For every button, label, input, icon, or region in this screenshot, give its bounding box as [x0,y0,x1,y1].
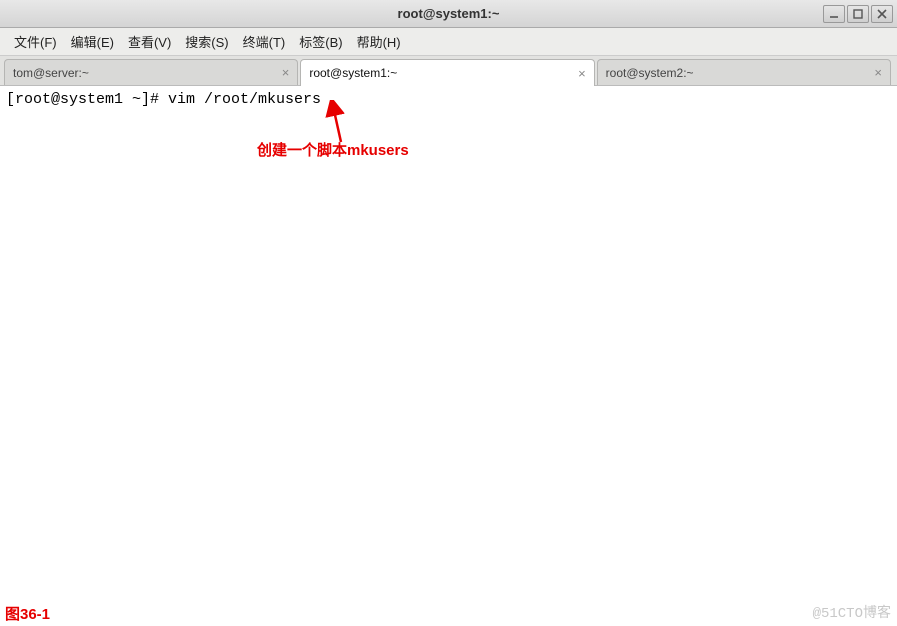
tab-bar: tom@server:~ × root@system1:~ × root@sys… [0,56,897,86]
window-controls [823,5,893,23]
menu-edit[interactable]: 编辑(E) [65,29,120,54]
tab-label: root@system1:~ [309,66,572,80]
annotation-text: 创建一个脚本mkusers [257,139,409,160]
close-icon[interactable]: × [282,65,290,80]
tab-tom-server[interactable]: tom@server:~ × [4,59,298,85]
maximize-button[interactable] [847,5,869,23]
close-icon[interactable]: × [874,65,882,80]
menu-view[interactable]: 查看(V) [122,29,177,54]
menu-tabs[interactable]: 标签(B) [293,29,348,54]
terminal-line: [root@system1 ~]# vim /root/mkusers [6,90,891,110]
window-title: root@system1:~ [74,6,823,21]
tab-root-system1[interactable]: root@system1:~ × [300,59,594,86]
menu-help[interactable]: 帮助(H) [351,29,407,54]
tab-root-system2[interactable]: root@system2:~ × [597,59,891,85]
close-icon[interactable]: × [578,66,586,81]
title-bar: root@system1:~ [0,0,897,28]
watermark: @51CTO博客 [813,602,891,622]
tab-label: root@system2:~ [606,66,869,80]
menu-bar: 文件(F) 编辑(E) 查看(V) 搜索(S) 终端(T) 标签(B) 帮助(H… [0,28,897,56]
menu-terminal[interactable]: 终端(T) [237,29,292,54]
close-button[interactable] [871,5,893,23]
menu-file[interactable]: 文件(F) [8,29,63,54]
menu-search[interactable]: 搜索(S) [179,29,234,54]
minimize-button[interactable] [823,5,845,23]
tab-label: tom@server:~ [13,66,276,80]
terminal-output[interactable]: [root@system1 ~]# vim /root/mkusers 创建一个… [0,86,897,626]
figure-label: 图36-1 [5,603,50,624]
